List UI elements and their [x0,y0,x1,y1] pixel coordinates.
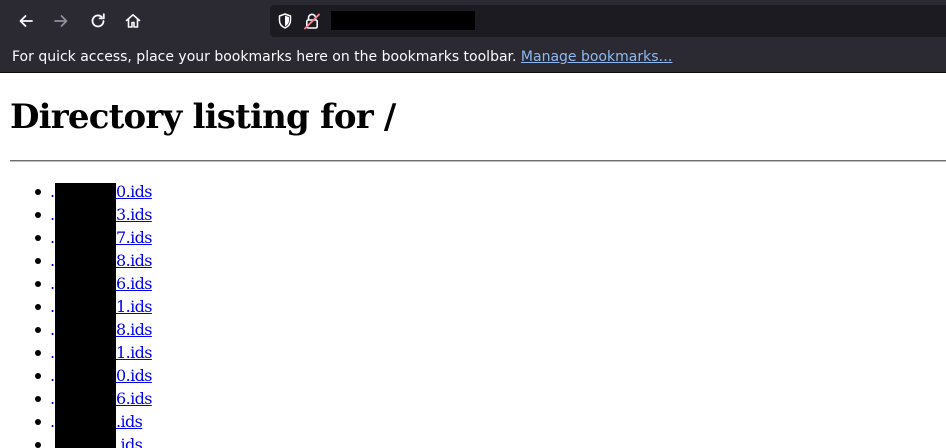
browser-window: For quick access, place your bookmarks h… [0,0,946,448]
file-name: 6.ids [116,274,152,293]
file-name: 6.ids [116,389,152,408]
forward-button[interactable] [47,7,75,35]
file-name: .ids [116,412,143,431]
list-bullet [35,258,41,264]
file-name: .ids [116,435,143,448]
page-title: Directory listing for / [10,97,396,137]
tracking-shield-icon[interactable] [276,12,294,30]
manage-bookmarks-link[interactable]: Manage bookmarks… [521,49,673,65]
list-bullet [35,396,41,402]
list-bullet [35,281,41,287]
list-bullet [35,304,41,310]
back-button[interactable] [12,7,40,35]
file-name: 1.ids [116,297,152,316]
address-bar[interactable] [270,5,946,37]
file-name: 3.ids [116,205,152,224]
file-name: 7.ids [116,228,152,247]
list-bullet [35,235,41,241]
reload-button[interactable] [84,7,112,35]
list-bullet [35,212,41,218]
navigation-toolbar [0,0,946,42]
list-bullet [35,419,41,425]
list-bullet [35,350,41,356]
insecure-lock-icon[interactable] [303,12,321,30]
file-name: 1.ids [116,343,152,362]
home-button[interactable] [119,7,147,35]
list-bullet [35,373,41,379]
page-content: Directory listing for / . 0.ids. 3.ids. 7.i… [0,73,946,448]
bookmarks-empty-message: For quick access, place your bookmarks h… [12,49,521,65]
back-arrow-icon [19,15,33,27]
forward-arrow-icon [54,15,68,27]
file-name: 0.ids [116,366,152,385]
file-name: 8.ids [116,320,152,339]
list-bullet [35,189,41,195]
file-name: 0.ids [116,182,152,201]
reload-icon [91,13,105,28]
horizontal-rule [10,160,946,162]
bookmarks-toolbar: For quick access, place your bookmarks h… [0,42,946,73]
list-bullet [35,327,41,333]
home-icon [125,14,141,28]
url-text-redacted[interactable] [331,11,475,30]
list-bullet [35,442,41,448]
redaction-bar [55,183,116,448]
file-name: 8.ids [116,251,152,270]
